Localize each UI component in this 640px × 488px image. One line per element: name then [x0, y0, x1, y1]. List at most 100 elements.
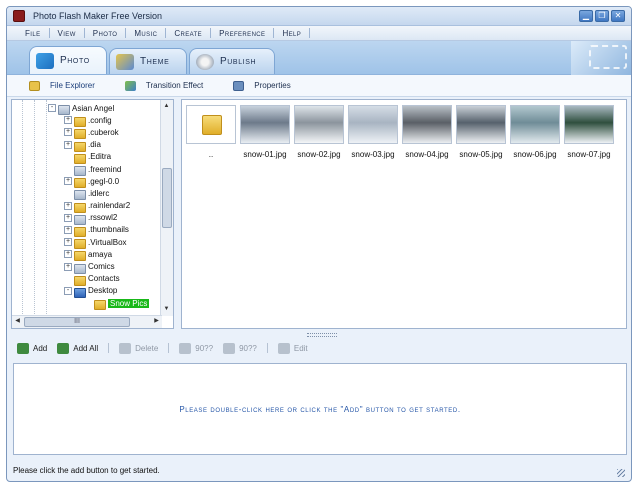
photo-thumbnail[interactable]: snow-04.jpg [402, 105, 452, 159]
rotate-right-button[interactable]: 90?? [223, 342, 257, 354]
edit-button[interactable]: Edit [277, 342, 308, 354]
scroll-right-icon[interactable]: ▶ [151, 316, 162, 327]
scroll-thumb[interactable]: III [24, 317, 130, 327]
tab-theme[interactable]: Theme [109, 48, 187, 74]
tree-item[interactable]: + .dia [12, 139, 160, 152]
resize-grip-icon[interactable] [617, 469, 625, 477]
add-button[interactable]: Add [17, 342, 48, 354]
add-all-button[interactable]: Add All [57, 342, 98, 354]
thumbnail-caption: snow-07.jpg [567, 150, 611, 159]
photo-thumbnail[interactable]: snow-06.jpg [510, 105, 560, 159]
expand-icon[interactable]: + [64, 238, 72, 247]
snow-photo-image [510, 105, 560, 144]
tree-item[interactable]: + .cuberok [12, 126, 160, 140]
title-bar[interactable]: Photo Flash Maker Free Version ▁ ❐ ✕ [7, 7, 631, 26]
scroll-thumb[interactable] [162, 168, 172, 228]
folder-icon [74, 140, 86, 152]
scroll-up-icon[interactable]: ▲ [161, 101, 172, 112]
tree-item[interactable]: + amaya [12, 248, 160, 262]
tree-horizontal-scrollbar[interactable]: ◀ III ▶ [12, 315, 162, 328]
subtab-transition-effect[interactable]: Transition Effect [124, 80, 203, 91]
tree-item-label: .idlerc [88, 188, 110, 198]
menu-view[interactable]: View [50, 29, 84, 38]
panel-splitter[interactable] [307, 333, 337, 337]
close-button[interactable]: ✕ [611, 10, 625, 22]
menu-photo[interactable]: Photo [85, 29, 126, 38]
expand-icon[interactable]: + [64, 128, 72, 137]
snow-photo-image [456, 105, 506, 144]
thumbnail-caption: snow-02.jpg [297, 150, 341, 159]
tree-item[interactable]: - Desktop [12, 285, 160, 298]
rotate-left-button[interactable]: 90?? [179, 342, 213, 354]
tree-item[interactable]: + Comics [12, 260, 160, 274]
expand-icon[interactable]: + [64, 262, 72, 271]
thumbnail-caption: snow-05.jpg [459, 150, 503, 159]
tree-item[interactable]: + .config [12, 114, 160, 128]
photo-thumbnail[interactable]: snow-07.jpg [564, 105, 614, 159]
tree-item[interactable]: .idlerc [12, 187, 160, 201]
tree-item[interactable]: - Asian Angel [12, 102, 160, 116]
tree-item[interactable]: + .VirtualBox [12, 236, 160, 250]
tree-item-label: .freemind [88, 164, 122, 174]
tree-item-label: .config [88, 115, 112, 125]
collapse-icon[interactable]: - [64, 286, 72, 295]
folder-tree[interactable]: - Asian Angel + .config + .cuberok + .dia .Editr… [11, 99, 174, 329]
delete-icon [119, 342, 132, 354]
tree-vertical-scrollbar[interactable]: ▲ ▼ [160, 100, 173, 316]
minimize-button[interactable]: ▁ [579, 10, 593, 22]
toolbar-label: Add [33, 343, 48, 353]
tree-item[interactable]: .Editra [12, 151, 160, 164]
tab-photo[interactable]: Photo [29, 46, 107, 74]
collapse-icon[interactable]: - [48, 104, 56, 113]
menu-help[interactable]: Help [274, 29, 309, 38]
expand-icon[interactable]: + [64, 140, 72, 149]
tree-item[interactable]: + .rssowl2 [12, 212, 160, 225]
tree-item[interactable]: .freemind [12, 163, 160, 177]
photo-drop-area[interactable]: Please double-click here or click the "A… [13, 363, 627, 455]
folder-icon [74, 152, 86, 164]
folder-icon [94, 298, 106, 311]
photo-thumbnail[interactable]: snow-03.jpg [348, 105, 398, 159]
scroll-left-icon[interactable]: ◀ [12, 316, 23, 327]
restore-button[interactable]: ❐ [595, 10, 609, 22]
thumbnail-grid[interactable]: .. snow-01.jpg snow-02.jpg snow-03.jpg snow-… [181, 99, 627, 329]
subtab-label: Properties [254, 81, 291, 90]
thumbnail-caption: snow-03.jpg [351, 150, 395, 159]
scroll-down-icon[interactable]: ▼ [161, 304, 172, 315]
tree-item[interactable]: Contacts [12, 273, 160, 286]
subtab-properties[interactable]: Properties [233, 80, 291, 91]
expand-icon[interactable]: + [64, 213, 72, 222]
tree-item[interactable]: + .gegl-0.0 [12, 175, 160, 189]
app-window: Photo Flash Maker Free Version ▁ ❐ ✕ Fil… [6, 6, 632, 482]
menu-preference[interactable]: Preference [211, 29, 273, 38]
menu-file[interactable]: File [17, 29, 49, 38]
photo-icon [36, 52, 54, 69]
expand-icon[interactable]: + [64, 201, 72, 210]
subtab-label: File Explorer [50, 81, 95, 90]
delete-button[interactable]: Delete [119, 342, 158, 354]
tab-publish[interactable]: Publish [189, 48, 275, 74]
tree-item[interactable]: + .rainlendar2 [12, 200, 160, 213]
folder-icon [74, 201, 86, 213]
snow-photo-image [294, 105, 344, 144]
menu-create[interactable]: Create [166, 29, 210, 38]
menu-music[interactable]: Music [126, 29, 165, 38]
tree-item-label: .VirtualBox [88, 237, 127, 247]
photo-thumbnail[interactable]: snow-02.jpg [294, 105, 344, 159]
scroll-grip: III [74, 318, 80, 325]
photo-thumbnail[interactable]: snow-01.jpg [240, 105, 290, 159]
parent-folder-thumbnail[interactable]: .. [186, 105, 236, 159]
snow-photo-image [564, 105, 614, 144]
subtab-file-explorer[interactable]: File Explorer [29, 80, 95, 91]
expand-icon[interactable]: + [64, 177, 72, 186]
tree-item[interactable]: + .thumbnails [12, 224, 160, 237]
expand-icon[interactable]: + [64, 250, 72, 259]
expand-icon[interactable]: + [64, 225, 72, 234]
photo-thumbnail[interactable]: snow-05.jpg [456, 105, 506, 159]
tree-item[interactable]: Snow Pics [12, 297, 160, 311]
menu-divider [309, 28, 311, 38]
photo-toolbar: Add Add All Delete 90?? 90?? Edit [11, 339, 627, 357]
expand-icon[interactable]: + [64, 116, 72, 125]
folder-icon [74, 249, 86, 262]
